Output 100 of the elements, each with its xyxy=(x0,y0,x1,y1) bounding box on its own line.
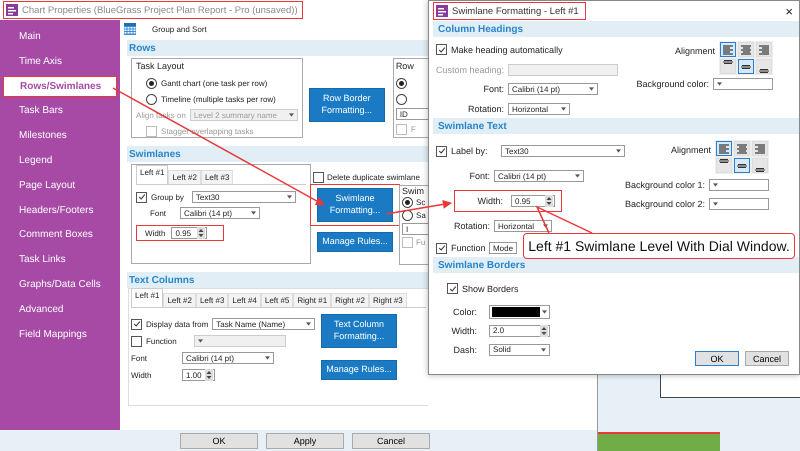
dropdown[interactable] xyxy=(709,179,769,191)
field-label: Rotation: xyxy=(452,221,490,232)
radio-button[interactable] xyxy=(402,197,413,208)
align-button[interactable] xyxy=(738,59,754,74)
sidebar-item[interactable]: Main xyxy=(3,26,117,47)
dropdown[interactable]: Solid xyxy=(489,344,550,356)
group-title: Row xyxy=(396,61,415,73)
field-label: Background color 1: xyxy=(625,180,705,190)
formatting-button[interactable]: Row Border Formatting... xyxy=(308,88,385,122)
close-button[interactable]: × xyxy=(785,4,793,18)
sidebar-item[interactable]: Page Layout xyxy=(3,174,117,196)
number-field[interactable]: 1.00 xyxy=(182,369,215,381)
tab[interactable]: Right #3 xyxy=(368,293,407,307)
sidebar-item[interactable]: Field Mappings xyxy=(3,324,117,345)
dialog-button[interactable]: OK xyxy=(695,351,739,366)
sidebar-item[interactable]: Milestones xyxy=(3,125,117,146)
field-label: Width xyxy=(145,228,166,238)
dropdown[interactable]: ID xyxy=(396,108,428,120)
dropdown[interactable]: Text30 xyxy=(501,145,625,158)
align-button[interactable] xyxy=(716,141,732,156)
sidebar-item[interactable]: Time Axis xyxy=(3,50,117,72)
checkbox[interactable] xyxy=(436,146,447,157)
caret-icon xyxy=(713,183,718,187)
sidebar-item[interactable]: Rows/Swimlanes xyxy=(3,76,117,97)
radio-button[interactable] xyxy=(146,78,157,88)
align-icon xyxy=(719,144,729,154)
checkbox-label: Function xyxy=(146,336,178,346)
manage-rules-button[interactable]: Manage Rules... xyxy=(321,360,397,380)
dialog-button[interactable]: Apply xyxy=(266,432,344,448)
checkbox-label: Fu xyxy=(416,238,426,247)
tab[interactable]: Right #1 xyxy=(293,293,332,307)
caret-icon xyxy=(541,348,546,352)
align-button[interactable] xyxy=(720,42,736,57)
checkbox-label: Group by xyxy=(151,192,185,202)
sidebar-item[interactable]: Comment Boxes xyxy=(3,224,117,246)
dropdown[interactable]: Text30 xyxy=(192,191,296,203)
number-field[interactable]: 0.95 xyxy=(511,195,555,208)
checkbox[interactable] xyxy=(402,237,413,248)
sidebar-item[interactable]: Headers/Footers xyxy=(3,200,117,221)
calendar-icon xyxy=(124,23,136,35)
input-field[interactable] xyxy=(508,64,618,76)
section-header: Swimlane Text xyxy=(433,118,799,134)
formatting-button[interactable]: Text Column Formatting... xyxy=(321,314,397,348)
sidebar-item[interactable]: Task Bars xyxy=(3,100,117,122)
dropdown[interactable]: Calibri (14 pt) xyxy=(494,170,584,182)
radio-label: Timeline (multiple tasks per row) xyxy=(161,94,276,104)
radio-button[interactable] xyxy=(396,78,407,88)
checkbox-label: Label by: xyxy=(451,146,489,156)
sidebar-item[interactable]: Task Links xyxy=(3,249,117,270)
checkbox[interactable] xyxy=(131,336,142,346)
checkbox-label: Display data from xyxy=(146,320,208,328)
dropdown[interactable]: Mode xyxy=(489,242,517,254)
number-field[interactable]: 0.95 xyxy=(171,227,208,239)
dialog-button[interactable]: Cancel xyxy=(352,432,430,448)
tab[interactable]: Left #2 xyxy=(168,170,201,184)
dropdown[interactable]: Calibri (14 pt) xyxy=(508,83,598,96)
field-label: Width: xyxy=(450,326,477,336)
dropdown[interactable]: Calibri (14 pt) xyxy=(180,207,260,219)
checkbox[interactable] xyxy=(396,124,407,134)
field-label: Dash: xyxy=(452,344,477,354)
tab[interactable]: Left #4 xyxy=(228,293,261,307)
tab[interactable]: Left #2 xyxy=(163,293,196,307)
window-title: Swimlane Formatting - Left #1 xyxy=(452,6,579,16)
manage-rules-button[interactable]: Manage Rules... xyxy=(317,232,393,252)
radio-button[interactable] xyxy=(146,94,157,104)
dropdown[interactable]: Task Name (Name) xyxy=(212,318,316,330)
checkbox-label: Delete duplicate swimlane xyxy=(327,172,420,182)
checkbox[interactable] xyxy=(313,172,324,182)
formatting-button[interactable]: Swimlane Formatting... xyxy=(317,188,393,222)
tab[interactable]: Left #5 xyxy=(260,293,294,307)
dropdown[interactable]: Horizontal xyxy=(494,220,552,232)
caret-icon xyxy=(198,339,203,343)
number-field[interactable]: 2.0 xyxy=(489,324,550,336)
dropdown[interactable]: Calibri (14 pt) xyxy=(182,352,274,364)
checkbox[interactable] xyxy=(146,126,157,136)
dropdown[interactable] xyxy=(709,198,769,210)
checkbox[interactable] xyxy=(136,192,147,202)
color-dropdown[interactable] xyxy=(489,304,550,318)
caret-icon xyxy=(265,356,270,360)
dropdown[interactable]: I xyxy=(402,223,428,235)
checkbox[interactable] xyxy=(436,44,447,56)
sidebar-item[interactable]: Legend xyxy=(3,150,117,171)
dropdown[interactable]: Horizontal xyxy=(508,103,570,116)
toolbar-label[interactable]: Group and Sort xyxy=(152,24,207,34)
checkbox-label: Function xyxy=(451,243,485,254)
checkbox[interactable] xyxy=(436,242,447,254)
tab[interactable]: Left #3 xyxy=(196,293,228,307)
radio-button[interactable] xyxy=(396,94,407,104)
align-button[interactable] xyxy=(734,158,750,173)
tab[interactable]: Left #3 xyxy=(200,170,234,184)
tab[interactable]: Left #1 xyxy=(131,288,164,307)
sidebar-item[interactable]: Graphs/Data Cells xyxy=(3,274,117,295)
dialog-button[interactable]: OK xyxy=(180,432,258,448)
checkbox[interactable] xyxy=(131,318,142,330)
spinner-icon xyxy=(197,227,206,239)
sidebar-item[interactable]: Advanced xyxy=(3,298,117,320)
tab[interactable]: Left #1 xyxy=(136,165,168,184)
tab[interactable]: Right #2 xyxy=(331,293,369,307)
dialog-button[interactable]: Cancel xyxy=(745,351,789,366)
checkbox[interactable] xyxy=(447,283,458,294)
